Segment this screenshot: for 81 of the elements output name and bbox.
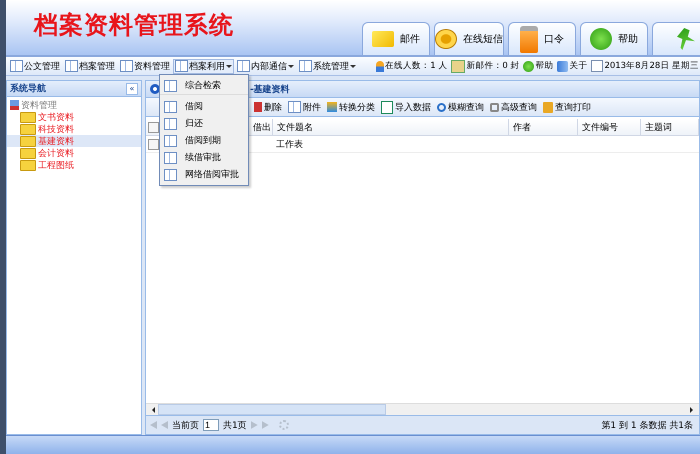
header-tab[interactable]: 在线短信 <box>434 22 504 55</box>
tree-item[interactable]: 工程图纸 <box>7 159 141 171</box>
grid-icon <box>175 60 188 72</box>
last-page-icon[interactable] <box>262 421 269 429</box>
grid-icon <box>164 80 177 92</box>
circle-icon <box>150 84 160 94</box>
padlock-icon <box>520 26 538 52</box>
calendar-icon <box>591 60 604 72</box>
menu-item[interactable]: 综合检索 <box>160 77 248 94</box>
column-header[interactable]: 主题词 <box>641 119 699 135</box>
tree-item[interactable]: 文书资料 <box>7 111 141 123</box>
toolbar-button[interactable]: 导入数据 <box>381 100 431 114</box>
menu-item[interactable]: 资料管理 <box>118 58 172 74</box>
folder-icon <box>20 136 36 146</box>
panel-title: -基建资料 <box>250 83 290 96</box>
menu-item[interactable]: 系统管理 <box>297 58 358 74</box>
app-title: 档案资料管理系统 <box>34 10 234 40</box>
grid-icon <box>299 60 312 72</box>
tree-item[interactable]: 科技资料 <box>7 123 141 135</box>
grid-icon <box>164 168 177 180</box>
next-page-icon[interactable] <box>250 421 258 429</box>
page-total: 共1页 <box>223 420 247 432</box>
grid-icon <box>120 60 133 72</box>
person-icon <box>376 60 384 72</box>
status-link[interactable]: 关于 <box>557 60 588 72</box>
page-input[interactable]: 1 <box>203 419 219 431</box>
grid-icon <box>164 100 177 112</box>
grid-icon <box>164 118 177 130</box>
horizontal-scrollbar[interactable] <box>146 403 699 415</box>
column-header[interactable]: 作者 <box>509 119 578 135</box>
toolbar-button[interactable]: 高级查询 <box>490 100 537 114</box>
header-tab[interactable]: 邮件 <box>362 22 430 55</box>
grid-icon <box>164 152 177 164</box>
table-cell-text: 工作表 <box>275 138 304 152</box>
grid-icon <box>10 60 23 72</box>
toolbar-button[interactable]: 附件 <box>288 100 321 114</box>
status-text: 2013年8月28日 星期三 <box>591 60 699 72</box>
toolbar-button[interactable]: 模糊查询 <box>437 100 484 114</box>
toolbar-button[interactable]: 转换分类 <box>327 100 375 114</box>
grid-icon <box>164 134 177 146</box>
tree-item[interactable]: 基建资料 <box>7 135 141 147</box>
toolbar-button[interactable]: 删除 <box>254 100 282 114</box>
select-all-checkbox[interactable] <box>148 122 159 132</box>
grid-icon <box>237 60 250 72</box>
tree-item[interactable]: 会计资料 <box>7 147 141 159</box>
menu-item[interactable]: 档案管理 <box>63 58 117 74</box>
menu-item[interactable]: 公文管理 <box>8 58 62 74</box>
status-link[interactable]: 帮助 <box>523 60 554 72</box>
scroll-thumb[interactable] <box>158 404 386 415</box>
folder-icon <box>20 160 36 170</box>
refresh-icon[interactable] <box>278 420 289 430</box>
note-icon <box>451 60 466 72</box>
row-checkbox[interactable] <box>148 138 159 150</box>
status-text: 在线人数：1 人 <box>376 60 448 72</box>
grid-icon <box>65 60 78 72</box>
document-icon <box>381 100 393 114</box>
header-tab[interactable]: 口令 <box>508 22 576 55</box>
column-header[interactable]: 文件编号 <box>578 119 641 135</box>
menu-item[interactable]: 借阅 <box>160 98 248 115</box>
page-summary: 第1 到 1 条数据 共1条 <box>601 420 693 432</box>
menu-item[interactable]: 借阅到期 <box>160 132 248 149</box>
toolbar-button[interactable]: 查询打印 <box>543 100 591 114</box>
menu-item[interactable]: 归还 <box>160 115 248 132</box>
header-tab[interactable] <box>652 22 700 55</box>
menu-item[interactable]: 网络借阅审批 <box>160 166 248 183</box>
sidebar-title: 系统导航 <box>10 82 46 95</box>
menu-item[interactable]: 续借审批 <box>160 149 248 166</box>
status-text: 新邮件：0 封 <box>451 60 520 72</box>
tree-item[interactable]: 资料管理 <box>7 99 141 111</box>
menu-item[interactable]: 档案利用 <box>173 58 234 74</box>
folder-icon <box>20 112 36 122</box>
menu-item[interactable]: 内部通信 <box>235 58 296 74</box>
column-header[interactable]: 文件题名 <box>273 119 509 135</box>
folder-icon <box>20 148 36 158</box>
collapse-button[interactable]: « <box>126 82 138 94</box>
header-tab[interactable]: 帮助 <box>580 22 648 55</box>
grid-icon <box>288 101 301 113</box>
first-page-icon[interactable] <box>150 421 157 429</box>
page-label: 当前页 <box>172 420 199 432</box>
previous-page-icon[interactable] <box>161 421 168 429</box>
folder-icon <box>20 124 36 134</box>
